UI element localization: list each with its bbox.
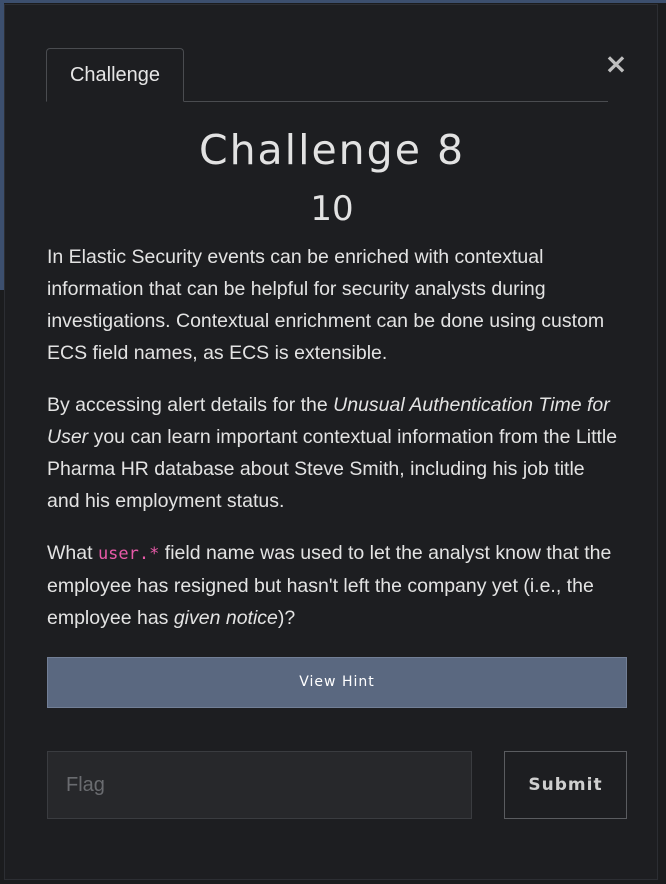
close-icon[interactable]: × [601,49,631,79]
challenge-title: Challenge 8 [198,126,466,174]
challenge-points: 10 [310,189,354,229]
description-paragraph-1: In Elastic Security events can be enrich… [47,246,605,364]
flag-input[interactable] [47,751,472,819]
challenge-description: In Elastic Security events can be enrich… [47,241,622,654]
paragraph-2-text-start: By accessing alert details for the [47,394,334,416]
submit-button[interactable]: Submit [504,751,627,819]
description-question: What user.* field name was used to let t… [47,537,622,634]
tab-challenge[interactable]: Challenge [46,48,184,102]
view-hint-button[interactable]: View Hint [47,657,627,708]
question-text-start: What [47,542,98,564]
field-name-code: user.* [97,544,160,564]
challenge-modal: Challenge × Challenge 8 10 In Elastic Se… [4,4,658,880]
given-notice-emphasis: given notice [173,607,278,629]
background-top-strip [0,0,666,3]
question-text-end: )? [277,607,296,629]
paragraph-2-text-end: you can learn important contextual infor… [47,426,618,512]
description-paragraph-2: By accessing alert details for the Unusu… [47,389,622,517]
modal-tabs: Challenge [46,48,608,102]
